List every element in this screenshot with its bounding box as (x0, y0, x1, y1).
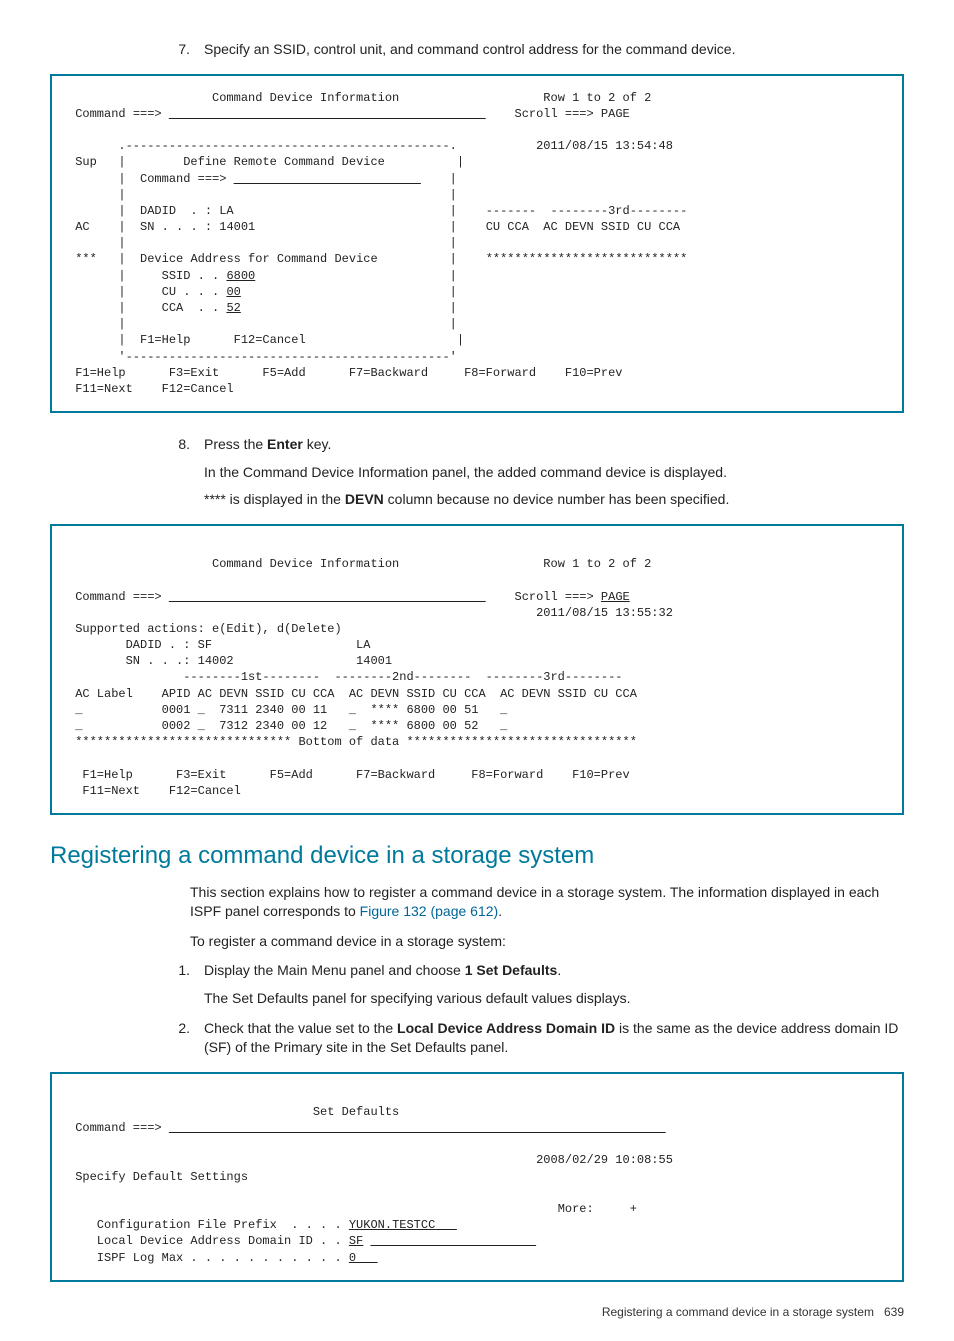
enter-key: Enter (267, 436, 303, 452)
step-number: 8. (160, 435, 190, 510)
step-number: 2. (160, 1019, 190, 1058)
step-number: 1. (160, 961, 190, 1008)
figure-link[interactable]: Figure 132 (page 612) (360, 903, 499, 919)
step-text: Specify an SSID, control unit, and comma… (204, 40, 904, 60)
command-input[interactable] (169, 590, 486, 604)
scroll-label: Scroll ===> PAGE (515, 107, 630, 121)
ldadid-value[interactable]: SF (349, 1234, 363, 1248)
step-8: 8. Press the Enter key. In the Command D… (50, 435, 904, 510)
ldadid-label: Local Device Address Domain ID . . (68, 1234, 342, 1248)
column-headers: AC Label APID AC DEVN SSID CU CCA AC DEV… (68, 687, 637, 701)
ispf-log-value[interactable]: 0 (349, 1251, 356, 1265)
terminal-panel-device-info: Command Device Information Row 1 to 2 of… (50, 524, 904, 815)
scroll-value[interactable]: PAGE (601, 590, 630, 604)
register-step-1: 1. Display the Main Menu panel and choos… (50, 961, 904, 1008)
timestamp: 2011/08/15 13:55:32 (536, 606, 673, 620)
more-indicator: More: + (558, 1202, 637, 1216)
row-info: Row 1 to 2 of 2 (543, 91, 651, 105)
stars-col: *** (75, 252, 97, 266)
config-prefix-label: Configuration File Prefix . . . . (68, 1218, 342, 1232)
specify-defaults: Specify Default Settings (68, 1170, 248, 1184)
fkeys-line2: F11=Next F12=Cancel (68, 784, 241, 798)
command-prompt[interactable]: Command ===> (75, 590, 161, 604)
table-row: _ 0001 _ 7311 2340 00 11 _ **** 6800 00 … (68, 703, 507, 717)
popup-fkeys: F1=Help F12=Cancel (140, 333, 306, 347)
popup-title: Define Remote Command Device (183, 155, 385, 169)
group-headers: --------1st-------- --------2nd-------- … (68, 670, 623, 684)
timestamp: 2008/02/29 10:08:55 (536, 1153, 673, 1167)
panel-title: Command Device Information (212, 91, 399, 105)
row-info: Row 1 to 2 of 2 (543, 557, 651, 571)
step-7: 7. Specify an SSID, control unit, and co… (50, 40, 904, 60)
sn-line: SN . . .: 14002 14001 (68, 654, 392, 668)
cu-label: CU . . . (162, 285, 220, 299)
fkeys-line1: F1=Help F3=Exit F5=Add F7=Backward F8=Fo… (68, 768, 630, 782)
supported-actions: Supported actions: e(Edit), d(Delete) (68, 622, 342, 636)
register-step-2: 2. Check that the value set to the Local… (50, 1019, 904, 1058)
popup-command[interactable]: Command ===> (140, 172, 226, 186)
intro-paragraph: This section explains how to register a … (190, 883, 904, 922)
dadid-line: DADID . : SF LA (68, 638, 370, 652)
set-defaults-option: 1 Set Defaults (465, 962, 558, 978)
terminal-panel-define-remote: Command Device Information Row 1 to 2 of… (50, 74, 904, 414)
panel-title: Command Device Information (212, 557, 399, 571)
table-row: _ 0002 _ 7312 2340 00 12 _ **** 6800 00 … (68, 719, 507, 733)
page-number: 639 (884, 1305, 904, 1319)
ispf-log-label: ISPF Log Max . . . . . . . . . . . (68, 1251, 342, 1265)
sn: SN . . . : 14001 (140, 220, 255, 234)
stars-right: **************************** (486, 252, 688, 266)
ssid-label: SSID . . (162, 269, 220, 283)
dadid: DADID . : LA (140, 204, 234, 218)
scroll-label: Scroll ===> (515, 590, 601, 604)
timestamp: 2011/08/15 13:54:48 (536, 139, 673, 153)
terminal-panel-set-defaults: Set Defaults Command ===> 2008/02/29 10:… (50, 1072, 904, 1282)
dev-addr-title: Device Address for Command Device (140, 252, 378, 266)
command-input[interactable] (169, 107, 486, 121)
command-prompt[interactable]: Command ===> (75, 107, 161, 121)
third-header: ------- --------3rd-------- (486, 204, 688, 218)
command-input[interactable] (169, 1121, 666, 1135)
step-body: Check that the value set to the Local De… (204, 1019, 904, 1058)
config-prefix-value[interactable]: YUKON.TESTCC (349, 1218, 435, 1232)
fkeys-line1: F1=Help F3=Exit F5=Add F7=Backward F8=Fo… (68, 366, 623, 380)
cca-label: CCA . . (162, 301, 220, 315)
third-cols: CU CCA AC DEVN SSID CU CCA (486, 220, 680, 234)
cca-value[interactable]: 52 (226, 301, 240, 315)
popup-command-input[interactable] (234, 172, 421, 186)
fkeys-line2: F11=Next F12=Cancel (68, 382, 234, 396)
ac-col: AC (75, 220, 89, 234)
ssid-value[interactable]: 6800 (226, 269, 255, 283)
page-footer: Registering a command device in a storag… (50, 1304, 904, 1321)
step-number: 7. (160, 40, 190, 60)
devn-column: DEVN (345, 491, 384, 507)
command-prompt[interactable]: Command ===> (68, 1121, 162, 1135)
step-body: Display the Main Menu panel and choose 1… (204, 961, 904, 1008)
cu-value[interactable]: 00 (226, 285, 240, 299)
step-body: Press the Enter key. In the Command Devi… (204, 435, 904, 510)
sup-col: Sup (75, 155, 97, 169)
ldadid-field: Local Device Address Domain ID (397, 1020, 615, 1036)
panel-title: Set Defaults (313, 1105, 399, 1119)
intro-lead: To register a command device in a storag… (190, 932, 904, 952)
section-heading: Registering a command device in a storag… (50, 839, 904, 873)
bottom-of-data: ****************************** Bottom of… (68, 735, 637, 749)
